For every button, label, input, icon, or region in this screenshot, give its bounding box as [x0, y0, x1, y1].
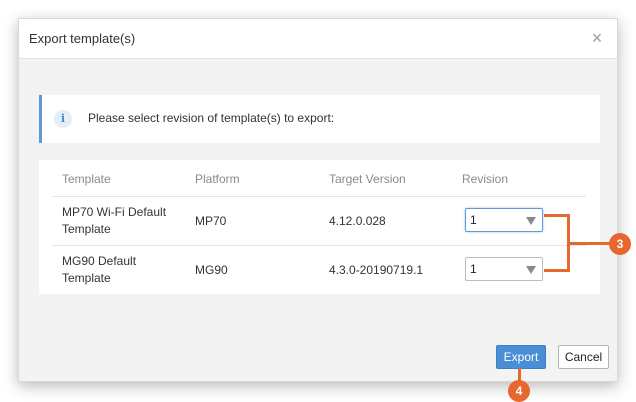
cancel-button[interactable]: Cancel — [558, 345, 609, 369]
row-2-revision-select[interactable]: 1 — [465, 257, 543, 281]
annotation-marker-3: 3 — [609, 233, 631, 255]
row-2-revision-value: 1 — [470, 262, 477, 276]
info-message-box: i Please select revision of template(s) … — [39, 95, 600, 143]
annotation-bracket — [544, 214, 570, 272]
row-1-template-line-1: MP70 Wi-Fi Default — [62, 205, 167, 219]
info-icon: i — [54, 110, 72, 128]
row-1-template: MP70 Wi-Fi Default Template — [62, 204, 182, 238]
close-icon[interactable]: × — [587, 28, 607, 48]
info-message: Please select revision of template(s) to… — [88, 111, 335, 125]
column-header-target-version: Target Version — [329, 172, 406, 186]
row-divider — [52, 245, 586, 246]
dialog-header: Export template(s) × — [19, 19, 617, 59]
row-2-target-version: 4.3.0-20190719.1 — [329, 263, 424, 277]
header-divider — [52, 196, 586, 197]
chevron-down-icon — [526, 217, 536, 225]
row-1-platform: MP70 — [195, 214, 227, 228]
row-1-template-line-2: Template — [62, 222, 111, 236]
chevron-down-icon — [526, 266, 536, 274]
column-header-platform: Platform — [195, 172, 240, 186]
row-1-revision-value: 1 — [470, 213, 477, 227]
row-2-platform: MG90 — [195, 263, 228, 277]
export-button[interactable]: Export — [496, 345, 546, 369]
row-2-template: MG90 Default Template — [62, 253, 182, 287]
row-2-template-line-1: MG90 Default — [62, 254, 137, 268]
column-header-revision: Revision — [462, 172, 509, 186]
row-1-revision-select[interactable]: 1 — [465, 208, 543, 232]
annotation-connector — [568, 242, 610, 245]
row-2-template-line-2: Template — [62, 271, 111, 285]
export-template-dialog: Export template(s) × i Please select rev… — [18, 18, 618, 382]
row-1-target-version: 4.12.0.028 — [329, 214, 386, 228]
screen: Export template(s) × i Please select rev… — [0, 0, 636, 402]
annotation-marker-4: 4 — [508, 380, 530, 402]
dialog-title: Export template(s) — [29, 31, 136, 46]
templates-table: Template Platform Target Version Revisio… — [39, 160, 600, 294]
column-header-template: Template — [62, 172, 111, 186]
